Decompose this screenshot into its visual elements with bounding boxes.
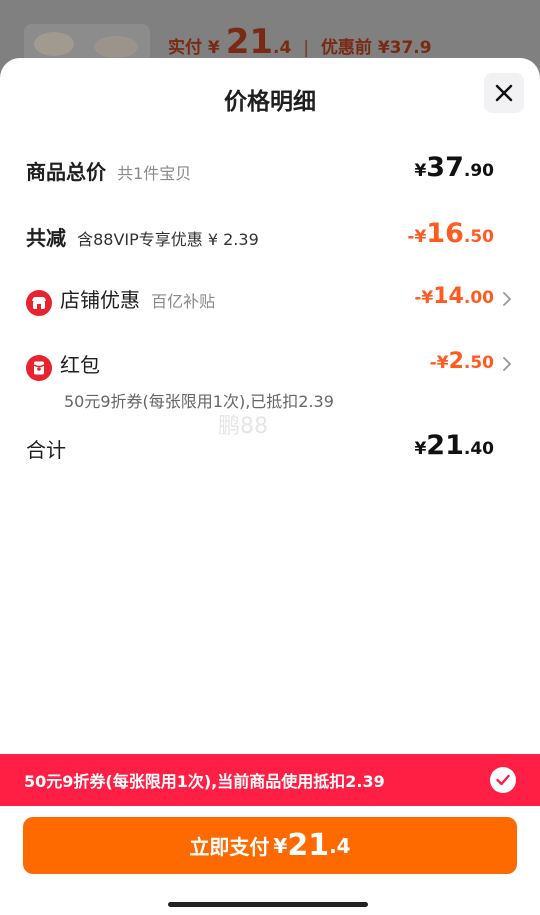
close-button[interactable]	[484, 73, 524, 113]
discount-label: 共减	[26, 226, 66, 250]
discount-sym: -¥	[407, 227, 427, 247]
store-amount: -¥14.00	[414, 284, 494, 309]
store-dec: .00	[463, 288, 494, 308]
total-label: 商品总价	[26, 160, 106, 184]
price-detail-sheet: 价格明细 商品总价 共1件宝贝 ¥37.90 共减 含88VIP专享优惠 ¥ 2…	[0, 58, 540, 915]
paid-currency: ¥	[207, 38, 220, 58]
sum-sym: ¥	[414, 439, 427, 459]
pay-now-button[interactable]: 立即支付 ¥21.4	[23, 817, 517, 874]
pay-sym: ¥	[273, 833, 288, 858]
chevron-right-icon	[503, 357, 512, 371]
sum-label: 合计	[26, 438, 66, 462]
red-packet-label: 红包	[60, 353, 100, 377]
row-red-packet[interactable]: 红包 -¥2.50	[26, 349, 512, 381]
price-divider: |	[303, 38, 309, 58]
paid-int: 21	[225, 22, 274, 62]
row-total: 商品总价 共1件宝贝 ¥37.90	[26, 152, 494, 185]
total-int: 37	[426, 152, 464, 183]
chevron-right-icon	[503, 292, 512, 306]
red-packet-icon	[26, 354, 52, 381]
sum-int: 21	[426, 430, 464, 461]
total-sym: ¥	[414, 161, 427, 181]
paid-dec: .4	[273, 38, 292, 58]
coupon-applied-text: 50元9折券(每张限用1次),当前商品使用抵扣2.39	[24, 772, 385, 791]
total-sub: 共1件宝贝	[117, 164, 192, 183]
store-icon	[26, 289, 52, 316]
check-icon[interactable]	[490, 767, 516, 793]
discount-int: 16	[426, 218, 464, 249]
row-store-discount[interactable]: 店铺优惠 百亿补贴 -¥14.00	[26, 284, 512, 316]
coupon-applied-bar[interactable]: 50元9折券(每张限用1次),当前商品使用抵扣2.39	[0, 754, 540, 806]
sheet-title: 价格明细	[224, 89, 316, 115]
total-dec: .90	[463, 161, 494, 181]
discount-amount: -¥16.50	[407, 218, 494, 249]
red-packet-int: 2	[448, 349, 464, 374]
discount-dec: .50	[463, 227, 494, 247]
before-value: ¥37.9	[377, 38, 432, 58]
before-label: 优惠前	[320, 38, 372, 58]
row-sum: 合计 ¥21.40	[26, 430, 494, 463]
total-amount: ¥37.90	[414, 152, 494, 183]
backdrop-price-summary: 实付 ¥ 21.4 | 优惠前 ¥37.9	[168, 22, 432, 62]
red-packet-sym: -¥	[429, 353, 449, 373]
red-packet-dec: .50	[463, 353, 494, 373]
red-packet-amount: -¥2.50	[430, 349, 494, 374]
close-icon	[495, 84, 513, 102]
discount-sub: 含88VIP专享优惠 ¥ 2.39	[77, 230, 259, 249]
red-packet-desc: 50元9折券(每张限用1次),已抵扣2.39	[64, 392, 334, 411]
home-indicator	[168, 902, 368, 907]
pay-int: 21	[287, 828, 330, 863]
row-discount: 共减 含88VIP专享优惠 ¥ 2.39 -¥16.50	[26, 218, 494, 251]
pay-dec: .4	[329, 833, 351, 858]
paid-label: 实付	[168, 38, 202, 58]
store-sym: -¥	[414, 288, 434, 308]
sum-dec: .40	[463, 439, 494, 459]
pay-label: 立即支付	[189, 835, 270, 859]
sum-amount: ¥21.40	[414, 430, 494, 461]
store-int: 14	[433, 284, 464, 309]
store-sub: 百亿补贴	[151, 292, 216, 311]
store-label: 店铺优惠	[60, 288, 140, 312]
